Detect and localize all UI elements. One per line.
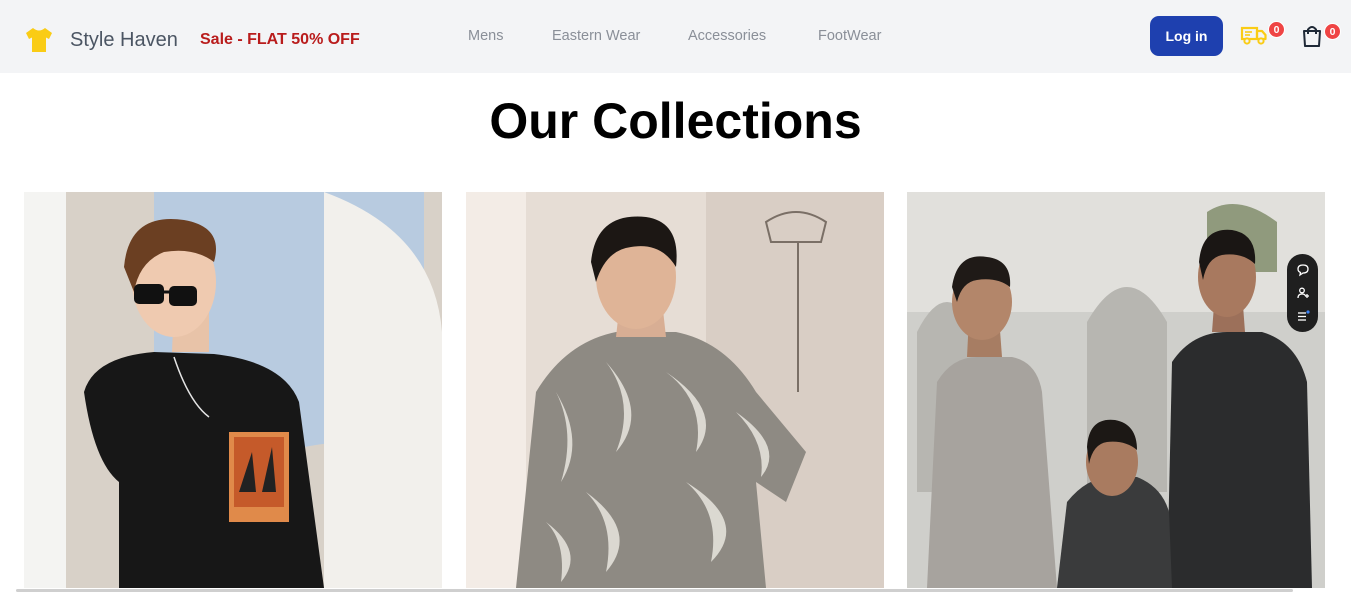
- delivery-count-badge: 0: [1268, 21, 1285, 38]
- collection-image: [24, 192, 442, 588]
- tshirt-icon[interactable]: [24, 25, 54, 55]
- collection-card-shirts[interactable]: [466, 192, 884, 588]
- nav-link-footwear[interactable]: FootWear: [818, 28, 881, 44]
- login-button[interactable]: Log in: [1150, 16, 1223, 56]
- add-user-icon[interactable]: [1296, 286, 1310, 300]
- collection-card-tshirts[interactable]: [24, 192, 442, 588]
- shopping-bag-icon: [1303, 26, 1321, 47]
- cart-count-badge: 0: [1324, 23, 1341, 40]
- nav-link-eastern-wear[interactable]: Eastern Wear: [552, 28, 640, 44]
- nav-link-mens[interactable]: Mens: [468, 28, 503, 44]
- top-navbar: Style Haven Sale - FLAT 50% OFF Mens Eas…: [0, 0, 1351, 73]
- brand-name[interactable]: Style Haven: [70, 29, 178, 52]
- truck-icon: [1240, 26, 1267, 45]
- page-title: Our Collections: [489, 93, 862, 149]
- nav-link-accessories[interactable]: Accessories: [688, 28, 766, 44]
- chat-icon[interactable]: [1296, 263, 1310, 277]
- collection-card-eastern-wear[interactable]: [907, 192, 1325, 588]
- cart-button[interactable]: [1301, 24, 1325, 50]
- list-icon[interactable]: [1296, 309, 1310, 323]
- sale-banner: Sale - FLAT 50% OFF: [200, 31, 360, 48]
- collection-image: [907, 192, 1325, 588]
- delivery-button[interactable]: [1240, 24, 1270, 48]
- floating-toolbar: [1287, 254, 1318, 332]
- collection-image: [466, 192, 884, 588]
